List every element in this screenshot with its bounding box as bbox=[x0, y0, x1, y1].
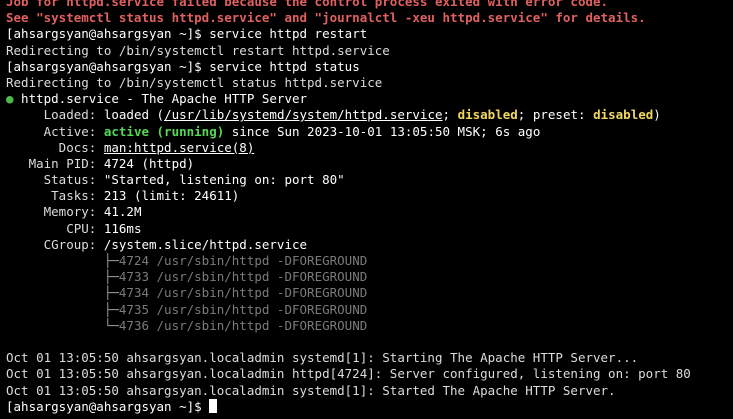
log-line: Oct 01 13:05:50 ahsargsyan.localadmin sy… bbox=[6, 382, 616, 398]
process-row: ├─4733 /usr/sbin/httpd -DFOREGROUND bbox=[6, 269, 732, 285]
preset-label: ; preset: bbox=[517, 107, 594, 123]
cpu-label: CPU: bbox=[6, 220, 104, 236]
command-line-status: [ahsargsyan@ahsargsyan ~]$ service httpd… bbox=[6, 59, 732, 75]
process-row: └─4736 /usr/sbin/httpd -DFOREGROUND bbox=[6, 318, 732, 334]
status-bullet-icon: ● bbox=[6, 91, 14, 107]
loaded-post: ) bbox=[653, 107, 661, 123]
process-command: /usr/sbin/httpd -DFOREGROUND bbox=[149, 317, 368, 333]
log-line: Oct 01 13:05:50 ahsargsyan.localadmin sy… bbox=[6, 350, 639, 366]
active-label: Active: bbox=[6, 123, 104, 139]
active-line: Active: active (running) since Sun 2023-… bbox=[6, 124, 732, 140]
memory-label: Memory: bbox=[6, 204, 104, 220]
loaded-line: Loaded: loaded (/usr/lib/systemd/system/… bbox=[6, 107, 732, 123]
tasks-value: 213 (limit: 24611) bbox=[103, 188, 240, 204]
process-row: ├─4735 /usr/sbin/httpd -DFOREGROUND bbox=[6, 302, 732, 318]
tree-branch-icon: ├─ bbox=[6, 285, 119, 301]
status-value: "Started, listening on: port 80" bbox=[103, 172, 345, 188]
process-pid: 4736 bbox=[118, 317, 149, 333]
status-line: Status: "Started, listening on: port 80" bbox=[6, 172, 732, 188]
text-cursor[interactable] bbox=[209, 398, 218, 413]
enabled-state: disabled bbox=[457, 107, 518, 123]
output-redirect-restart: Redirecting to /bin/systemctl restart ht… bbox=[6, 42, 390, 58]
preset-state: disabled bbox=[593, 107, 654, 123]
process-command: /usr/sbin/httpd -DFOREGROUND bbox=[149, 253, 368, 268]
tree-branch-icon: ├─ bbox=[6, 269, 119, 285]
cgroup-line: CGroup: /system.slice/httpd.service bbox=[6, 237, 732, 253]
cpu-value: 116ms bbox=[103, 220, 142, 236]
command-text: service httpd restart bbox=[209, 26, 368, 42]
error-line-1: Job for httpd.service failed because the… bbox=[6, 0, 609, 9]
tree-branch-icon: ├─ bbox=[6, 253, 119, 268]
cgroup-value: /system.slice/httpd.service bbox=[103, 236, 308, 252]
process-command: /usr/sbin/httpd -DFOREGROUND bbox=[149, 269, 368, 285]
service-title-line: ● httpd.service - The Apache HTTP Server bbox=[6, 91, 732, 107]
process-pid: 4735 bbox=[118, 301, 149, 317]
process-row: ├─4724 /usr/sbin/httpd -DFOREGROUND bbox=[6, 253, 732, 269]
cgroup-label: CGroup: bbox=[6, 236, 104, 252]
shell-prompt: [ahsargsyan@ahsargsyan ~]$ bbox=[6, 58, 210, 74]
unit-file-path: /usr/lib/systemd/system/httpd.service bbox=[164, 107, 443, 123]
process-pid: 4733 bbox=[118, 269, 149, 285]
process-pid: 4724 bbox=[118, 253, 149, 268]
docs-line: Docs: man:httpd.service(8) bbox=[6, 140, 732, 156]
output-redirect-status: Redirecting to /bin/systemctl status htt… bbox=[6, 74, 383, 90]
process-command: /usr/sbin/httpd -DFOREGROUND bbox=[149, 301, 368, 317]
service-title: httpd.service - The Apache HTTP Server bbox=[13, 91, 308, 107]
main-pid-line: Main PID: 4724 (httpd) bbox=[6, 156, 732, 172]
active-since: since Sun 2023-10-01 13:05:50 MSK; 6s ag… bbox=[224, 123, 541, 139]
tree-branch-icon: └─ bbox=[6, 317, 119, 333]
status-label: Status: bbox=[6, 172, 104, 188]
memory-line: Memory: 41.2M bbox=[6, 204, 732, 220]
main-pid-value: 4724 (httpd) bbox=[103, 155, 195, 171]
docs-link: man:httpd.service(8) bbox=[103, 139, 255, 155]
process-row: ├─4734 /usr/sbin/httpd -DFOREGROUND bbox=[6, 285, 732, 301]
shell-prompt: [ahsargsyan@ahsargsyan ~]$ bbox=[6, 26, 210, 42]
command-text: service httpd status bbox=[209, 58, 360, 74]
process-pid: 4734 bbox=[118, 285, 149, 301]
final-prompt-line[interactable]: [ahsargsyan@ahsargsyan ~]$ bbox=[6, 398, 732, 415]
memory-value: 41.2M bbox=[103, 204, 142, 220]
loaded-sep: ; bbox=[442, 107, 458, 123]
loaded-label: Loaded: bbox=[6, 107, 104, 123]
tasks-line: Tasks: 213 (limit: 24611) bbox=[6, 188, 732, 204]
process-command: /usr/sbin/httpd -DFOREGROUND bbox=[149, 285, 368, 301]
docs-label: Docs: bbox=[6, 139, 104, 155]
tree-branch-icon: ├─ bbox=[6, 301, 119, 317]
error-line-2: See "systemctl status httpd.service" and… bbox=[6, 10, 646, 26]
terminal-window[interactable]: Job for httpd.service failed because the… bbox=[6, 0, 732, 418]
command-line-restart: [ahsargsyan@ahsargsyan ~]$ service httpd… bbox=[6, 26, 732, 42]
loaded-pre: loaded ( bbox=[103, 107, 165, 123]
cpu-line: CPU: 116ms bbox=[6, 221, 732, 237]
active-state: active (running) bbox=[103, 123, 225, 139]
shell-prompt: [ahsargsyan@ahsargsyan ~]$ bbox=[6, 398, 210, 414]
tasks-label: Tasks: bbox=[6, 188, 104, 204]
log-line: Oct 01 13:05:50 ahsargsyan.localadmin ht… bbox=[6, 366, 691, 382]
main-pid-label: Main PID: bbox=[6, 155, 104, 171]
